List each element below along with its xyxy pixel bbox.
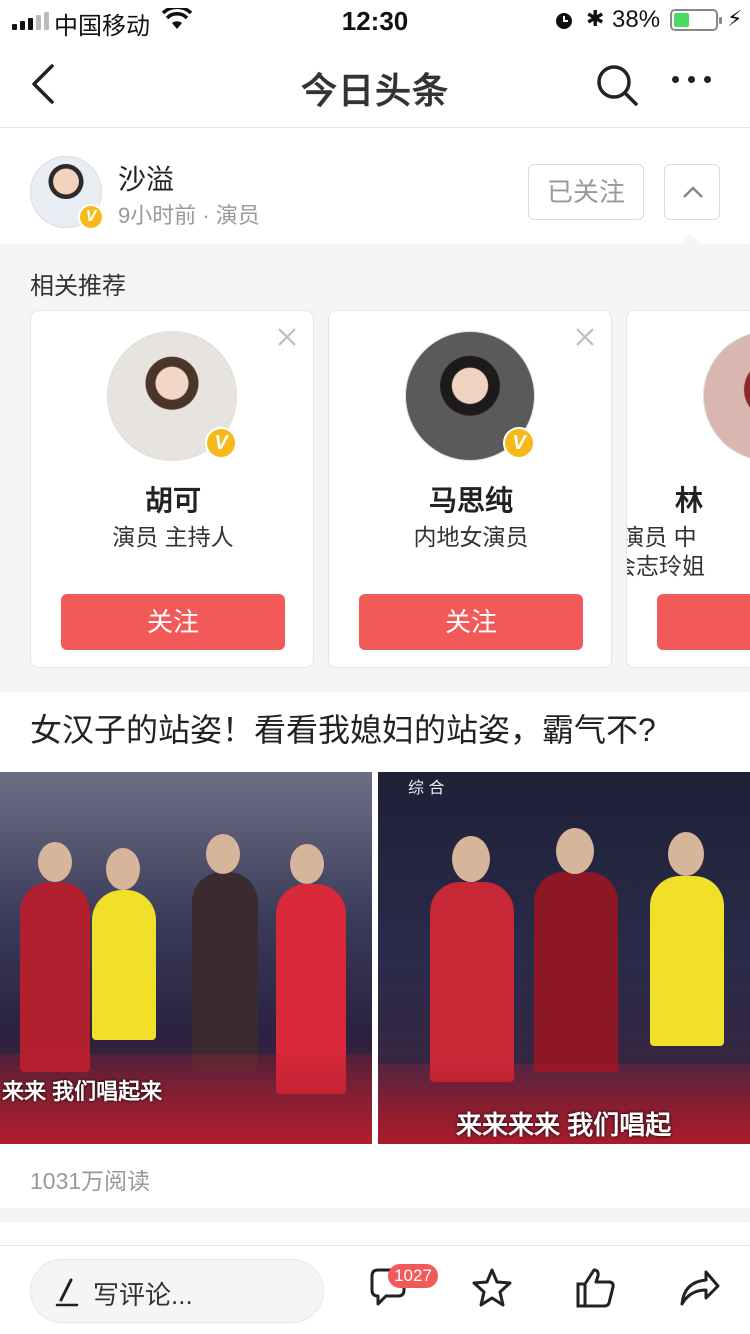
follow-button[interactable]: 关注 <box>359 594 583 650</box>
charging-icon: ⚡ <box>727 6 743 31</box>
status-bar: 中国移动 12:30 ✱ 38% ⚡ <box>0 0 750 40</box>
post-image[interactable]: 来来 我们唱起来 <box>0 772 372 1144</box>
author-name[interactable]: 沙溢 <box>118 158 174 198</box>
card-desc: 内地女演员 <box>413 524 529 550</box>
card-desc: 演员 主持人 <box>112 524 234 550</box>
close-icon[interactable] <box>575 327 595 347</box>
comment-count-badge: 1027 <box>388 1264 438 1288</box>
follow-button[interactable]: 关 <box>657 594 750 650</box>
image-caption: 来来来来 我们唱起 <box>456 1110 672 1140</box>
search-icon[interactable] <box>594 62 640 108</box>
card-name: 胡可 <box>144 485 201 516</box>
recommend-card[interactable]: 林 演员 中 会志玲姐 关 <box>626 310 750 668</box>
channel-logo: 综 合 <box>408 780 445 797</box>
section-divider <box>0 1208 750 1222</box>
author-row: V 沙溢 9小时前 · 演员 已关注 <box>0 128 750 244</box>
author-meta: 9小时前 · 演员 <box>118 203 260 228</box>
verified-badge-icon: V <box>78 204 104 230</box>
post-image[interactable]: 综 合 来来来来 我们唱起 <box>378 772 750 1144</box>
battery-icon <box>670 9 722 31</box>
card-name: 林 <box>674 485 703 516</box>
post-title[interactable]: 女汉子的站姿！看看我媳妇的站姿，霸气不? <box>30 705 656 751</box>
nav-bar: 今日头条 <box>0 40 750 128</box>
caret <box>680 234 700 244</box>
image-caption: 来来 我们唱起来 <box>2 1079 163 1104</box>
follow-button[interactable]: 关注 <box>61 594 285 650</box>
close-icon[interactable] <box>277 327 297 347</box>
verified-badge-icon: V <box>205 427 237 459</box>
star-icon[interactable] <box>470 1266 514 1310</box>
battery-percent: 38% <box>612 6 661 33</box>
collapse-button[interactable] <box>664 164 720 220</box>
recommend-card[interactable]: V 胡可 演员 主持人 关注 <box>30 310 314 668</box>
comment-input[interactable]: 写评论... <box>30 1259 324 1323</box>
bottom-bar: 写评论... 1027 <box>0 1245 750 1334</box>
like-icon[interactable] <box>574 1266 618 1310</box>
recommend-card[interactable]: V 马思纯 内地女演员 关注 <box>328 310 612 668</box>
chevron-up-icon <box>683 186 703 198</box>
battery-fill <box>674 13 690 27</box>
verified-badge-icon: V <box>503 427 535 459</box>
card-name: 马思纯 <box>428 485 513 516</box>
share-icon[interactable] <box>676 1266 720 1310</box>
alarm-icon <box>556 13 572 29</box>
more-icon[interactable] <box>672 76 711 83</box>
followed-button[interactable]: 已关注 <box>528 164 644 220</box>
comment-placeholder: 写评论... <box>93 1280 193 1310</box>
bluetooth-icon: ✱ <box>586 6 605 31</box>
avatar[interactable] <box>703 331 750 461</box>
recommend-title: 相关推荐 <box>30 273 126 300</box>
recommend-section: 相关推荐 V 胡可 演员 主持人 关注 V 马思纯 内地女演员 关注 林 演员 … <box>0 234 750 692</box>
read-count: 1031万阅读 <box>30 1168 151 1194</box>
card-desc: 演员 中 会志玲姐 <box>627 524 705 579</box>
pen-icon <box>55 1278 79 1307</box>
